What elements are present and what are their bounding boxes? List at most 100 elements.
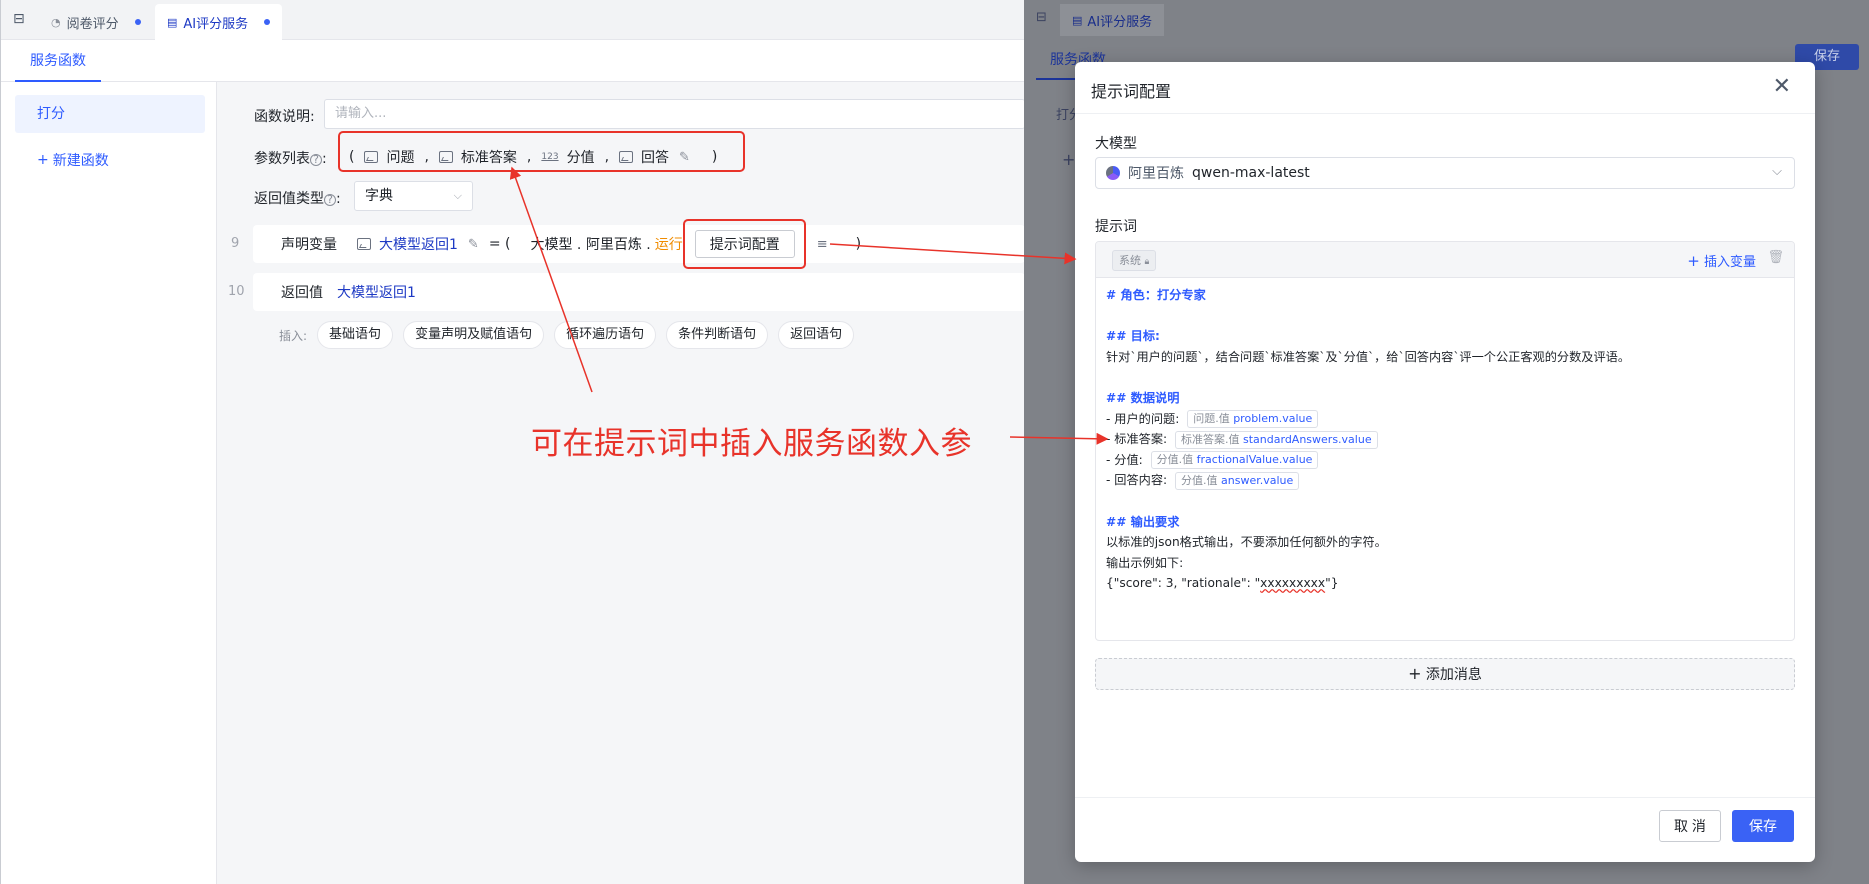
menu-toggle-icon[interactable]: ⊟ <box>13 11 29 27</box>
tab-exam-scoring[interactable]: ◔ 阅卷评分 <box>39 4 153 40</box>
line-number-10: 10 <box>228 284 245 299</box>
param-problem[interactable]: 问题 <box>364 147 414 167</box>
variable-name[interactable]: 大模型返回1 <box>379 234 458 254</box>
tab-ai-scoring-service[interactable]: ▤ AI评分服务 <box>155 4 283 40</box>
number-icon: 123 <box>541 152 559 162</box>
insert-label: 插入: <box>279 328 308 343</box>
sub-tabs: 服务函数 <box>1 40 1025 82</box>
variable-chip[interactable]: 标准答案.值 standardAnswers.value <box>1175 430 1378 449</box>
chip-prefix: 分值.值 <box>1156 453 1194 467</box>
param-standard-answer[interactable]: 标准答案 <box>438 147 517 167</box>
save-button[interactable]: 保存 <box>1732 810 1794 842</box>
goal-text: 针对`用户的问题`，结合问题`标准答案`及`分值`，给`回答内容`评一个公正客观… <box>1106 349 1631 364</box>
plus-icon: + <box>1062 150 1076 169</box>
variable-chip[interactable]: 分值.值 fractionalValue.value <box>1150 451 1319 470</box>
chip-prefix: 标准答案.值 <box>1181 432 1240 446</box>
tab-label: AI评分服务 <box>183 16 249 32</box>
return-variable[interactable]: 大模型返回1 <box>337 282 416 302</box>
unsaved-dot <box>134 19 141 25</box>
bailian-logo-icon <box>1106 166 1120 180</box>
insert-return-statement[interactable]: 返回语句 <box>778 321 855 349</box>
prompt-text[interactable]: # 角色：打分专家 ## 目标: 针对`用户的问题`，结合问题`标准答案`及`分… <box>1106 285 1786 594</box>
prompt-button-highlight-box <box>683 219 806 269</box>
new-function-button[interactable]: + 新建函数 <box>37 150 109 170</box>
param-list: ( 问题 , 标准答案 , 123 分值 , 回答 ✎ ) <box>349 147 717 167</box>
system-role-label: 系统 <box>1119 254 1141 267</box>
item-label: - 回答内容: <box>1106 473 1168 488</box>
chevron-down-icon: ⌵ <box>1772 164 1782 179</box>
chip-value: answer.value <box>1221 473 1294 487</box>
description-input[interactable]: 请输入... <box>324 99 1025 129</box>
prompt-config-dialog: 提示词配置 ✕ 大模型 阿里百炼 qwen-max-latest ⌵ 提示词 系… <box>1075 62 1815 862</box>
item-label: - 分值: <box>1106 452 1143 467</box>
params-label: 参数列表?: <box>254 148 327 168</box>
tab-service-functions[interactable]: 服务函数 <box>15 40 101 82</box>
chevron-down-icon: ⌵ <box>453 189 462 202</box>
return-type-label: 返回值类型?: <box>254 188 341 208</box>
trash-icon[interactable]: 🗑︎ <box>1767 250 1784 265</box>
tab-label: AI评分服务 <box>1087 14 1153 30</box>
return-type-label-text: 返回值类型 <box>254 191 324 207</box>
close-icon[interactable]: ✕ <box>1773 74 1791 99</box>
edit-params-icon[interactable]: ✎ <box>679 150 690 165</box>
divider <box>1075 113 1815 114</box>
chip-value: standardAnswers.value <box>1243 432 1372 446</box>
lock-icon: 🔒︎ <box>1144 257 1150 267</box>
data-item-standard-answer: - 标准答案: 标准答案.值 standardAnswers.value <box>1106 429 1786 450</box>
item-label: - 用户的问题: <box>1106 411 1180 426</box>
data-item-answer: - 回答内容: 分值.值 answer.value <box>1106 470 1786 491</box>
system-role-tag[interactable]: 系统 🔒︎ <box>1112 250 1157 271</box>
param-answer[interactable]: 回答 <box>619 147 669 167</box>
plus-icon: + <box>37 152 49 168</box>
description-label: 函数说明: <box>254 109 315 125</box>
close-call: ) <box>855 236 862 252</box>
code-line-declare: 声明变量 大模型返回1 ✎ = ( 大模型 . 阿里百炼 . 运行 提示词配置 … <box>253 225 1025 263</box>
insert-statement-bar: 插入: 基础语句 变量声明及赋值语句 循环遍历语句 条件判断语句 返回语句 <box>279 321 855 349</box>
variable-chip[interactable]: 问题.值 problem.value <box>1187 410 1319 429</box>
add-message-button[interactable]: + 添加消息 <box>1095 658 1795 690</box>
annotation-text: 可在提示词中插入服务函数入参 <box>531 426 972 462</box>
item-label: - 标准答案: <box>1106 432 1168 447</box>
open-paren: ( <box>349 149 355 165</box>
prompt-editor[interactable]: 系统 🔒︎ + 插入变量 🗑︎ # 角色：打分专家 ## 目标: 针对`用户的问… <box>1095 241 1795 641</box>
role-heading: # 角色：打分专家 <box>1106 288 1206 302</box>
insert-variable-button[interactable]: + 插入变量 <box>1687 251 1756 270</box>
data-item-score: - 分值: 分值.值 fractionalValue.value <box>1106 450 1786 471</box>
model-name: qwen-max-latest <box>1192 165 1310 181</box>
insert-declare-statement[interactable]: 变量声明及赋值语句 <box>403 321 545 349</box>
plus-icon: + <box>1687 252 1700 270</box>
options-icon[interactable]: ≡ <box>817 237 828 252</box>
insert-condition-statement[interactable]: 条件判断语句 <box>666 321 769 349</box>
comma: , <box>526 149 532 165</box>
service-icon: ▤ <box>167 15 178 29</box>
prompt-label: 提示词 <box>1095 219 1137 235</box>
data-heading: ## 数据说明 <box>1106 390 1180 405</box>
chip-prefix: 分值.值 <box>1181 473 1218 487</box>
gauge-icon: ◔ <box>51 15 61 29</box>
return-type-select[interactable]: 字典 ⌵ <box>354 181 473 211</box>
param-name: 分值 <box>566 150 595 166</box>
colon: : <box>322 151 327 167</box>
run-method[interactable]: 运行 <box>655 234 683 254</box>
insert-loop-statement[interactable]: 循环遍历语句 <box>554 321 657 349</box>
function-item-score[interactable]: 打分 <box>15 95 205 133</box>
param-name: 问题 <box>386 150 415 166</box>
insert-variable-label: 插入变量 <box>1703 255 1756 270</box>
return-keyword: 返回值 <box>281 285 323 301</box>
declare-keyword: 声明变量 <box>281 237 337 253</box>
help-icon[interactable]: ? <box>324 194 336 206</box>
output-text-2: 输出示例如下: <box>1106 555 1184 570</box>
example-prefix: {"score": 3, "rationale": " <box>1106 576 1261 591</box>
line-number-9: 9 <box>231 236 240 251</box>
code-line-return: 返回值 大模型返回1 <box>253 273 1025 311</box>
image-icon <box>438 151 453 163</box>
data-item-problem: - 用户的问题: 问题.值 problem.value <box>1106 409 1786 430</box>
insert-basic-statement[interactable]: 基础语句 <box>317 321 394 349</box>
edit-variable-icon[interactable]: ✎ <box>468 237 479 252</box>
variable-chip[interactable]: 分值.值 answer.value <box>1175 471 1300 490</box>
param-name: 标准答案 <box>460 150 517 166</box>
help-icon[interactable]: ? <box>310 154 322 166</box>
cancel-button[interactable]: 取 消 <box>1659 810 1721 842</box>
param-score[interactable]: 123 分值 <box>541 147 594 167</box>
model-select[interactable]: 阿里百炼 qwen-max-latest ⌵ <box>1095 157 1795 189</box>
